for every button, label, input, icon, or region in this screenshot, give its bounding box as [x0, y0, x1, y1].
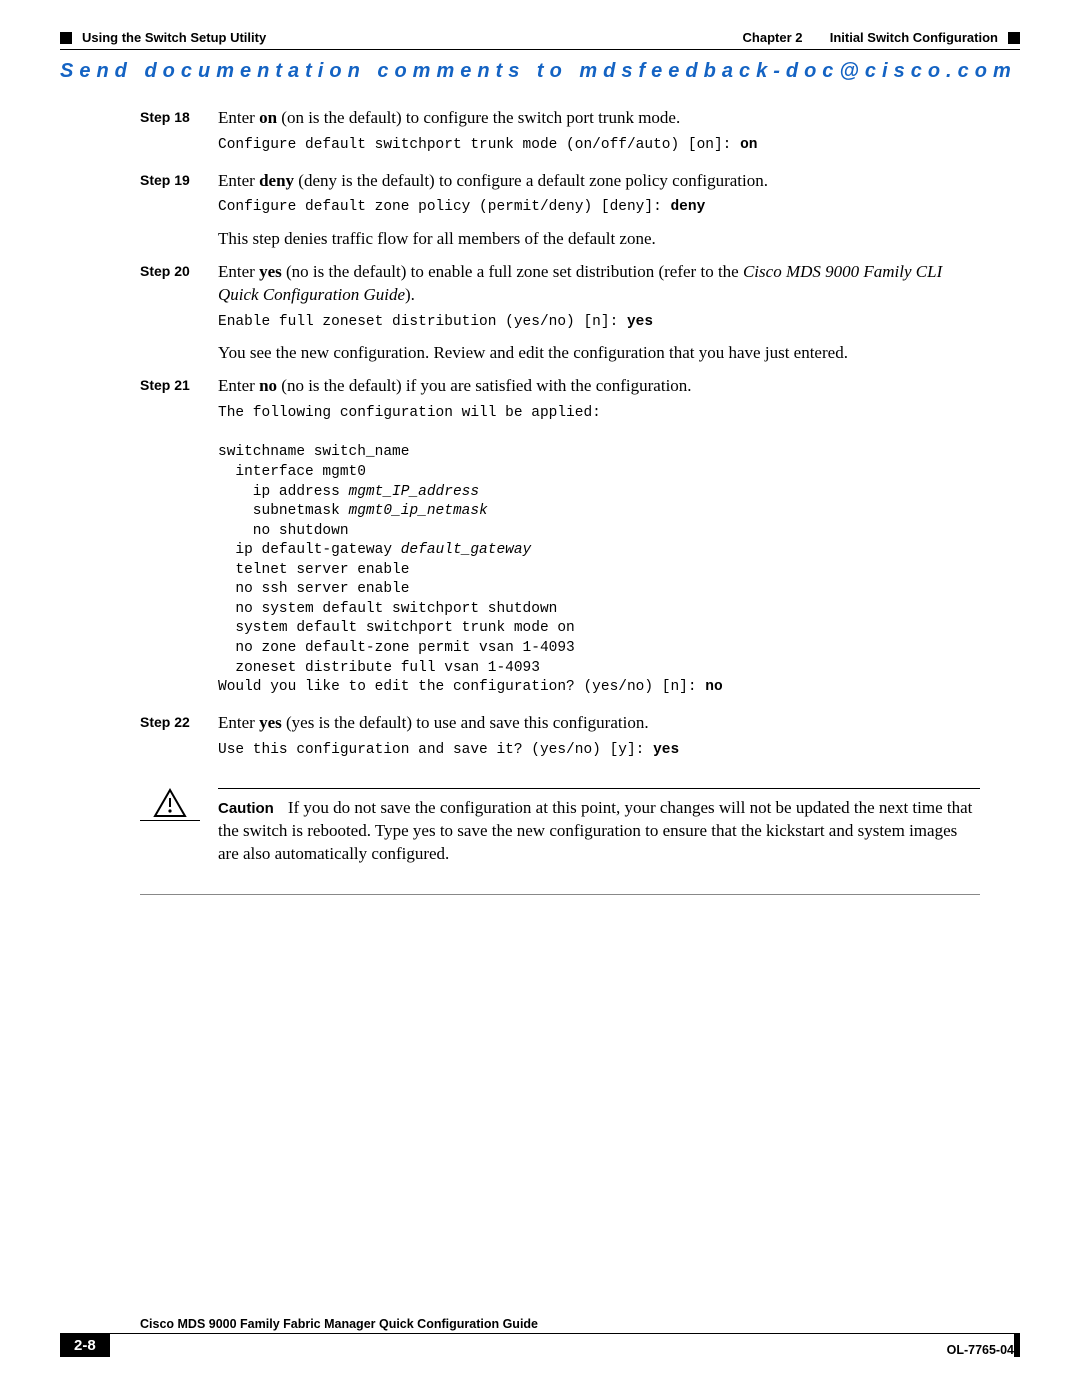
step-18: Step 18 Enter on (on is the default) to …	[140, 107, 980, 166]
step-20: Step 20 Enter yes (no is the default) to…	[140, 261, 980, 371]
step-18-text: Enter on (on is the default) to configur…	[218, 107, 758, 130]
header-left-text: Using the Switch Setup Utility	[82, 30, 266, 45]
step-22: Step 22 Enter yes (yes is the default) t…	[140, 712, 980, 771]
step-19-text: Enter deny (deny is the default) to conf…	[218, 170, 768, 193]
header-title: Initial Switch Configuration	[830, 30, 998, 45]
step-21-text: Enter no (no is the default) if you are …	[218, 375, 723, 398]
section-end-rule	[140, 894, 980, 895]
step-20-text: Enter yes (no is the default) to enable …	[218, 261, 980, 307]
caution-text: CautionIf you do not save the configurat…	[218, 797, 980, 866]
step-21: Step 21 Enter no (no is the default) if …	[140, 375, 980, 707]
caution-block: CautionIf you do not save the configurat…	[140, 788, 980, 866]
step-21-code: The following configuration will be appl…	[218, 404, 723, 697]
step-label: Step 20	[140, 261, 200, 371]
footer-title: Cisco MDS 9000 Family Fabric Manager Qui…	[140, 1317, 1020, 1331]
warning-icon	[153, 788, 187, 818]
step-label: Step 22	[140, 712, 200, 771]
caution-label: Caution	[218, 800, 274, 817]
feedback-banner: Send documentation comments to mdsfeedba…	[60, 60, 1020, 83]
step-19: Step 19 Enter deny (deny is the default)…	[140, 170, 980, 257]
step-19-after: This step denies traffic flow for all me…	[218, 228, 768, 251]
step-19-code: Configure default zone policy (permit/de…	[218, 198, 768, 218]
caution-icon-col	[140, 788, 200, 821]
doc-number: OL-7765-04	[947, 1343, 1014, 1357]
header-marker-right	[1008, 32, 1020, 44]
step-18-code: Configure default switchport trunk mode …	[218, 136, 758, 156]
step-20-after: You see the new configuration. Review an…	[218, 342, 980, 365]
step-22-code: Use this configuration and save it? (yes…	[218, 741, 679, 761]
page-number: 2-8	[60, 1333, 110, 1357]
footer: Cisco MDS 9000 Family Fabric Manager Qui…	[60, 1317, 1020, 1357]
running-header: Using the Switch Setup Utility Chapter 2…	[60, 30, 1020, 45]
header-marker-left	[60, 32, 72, 44]
step-22-text: Enter yes (yes is the default) to use an…	[218, 712, 679, 735]
page: Using the Switch Setup Utility Chapter 2…	[0, 0, 1080, 1397]
header-chapter: Chapter 2	[743, 30, 803, 45]
content: Step 18 Enter on (on is the default) to …	[140, 107, 980, 866]
footer-endcap	[1014, 1333, 1020, 1357]
header-rule	[60, 49, 1020, 50]
step-20-code: Enable full zoneset distribution (yes/no…	[218, 313, 980, 333]
step-label: Step 19	[140, 170, 200, 257]
step-label: Step 18	[140, 107, 200, 166]
step-label: Step 21	[140, 375, 200, 707]
